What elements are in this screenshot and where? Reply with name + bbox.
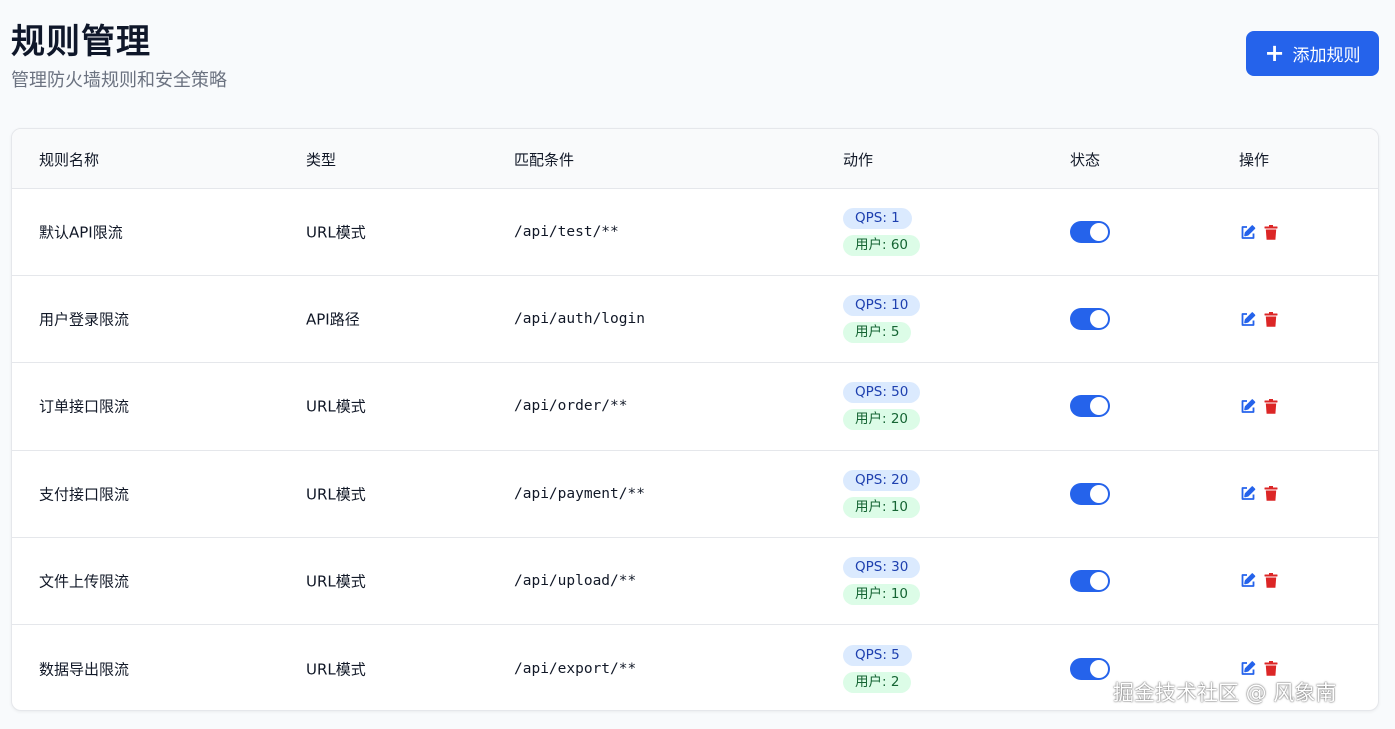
rule-type: URL模式 bbox=[306, 485, 366, 504]
edit-icon[interactable] bbox=[1239, 398, 1256, 415]
trash-icon[interactable] bbox=[1262, 485, 1279, 502]
rule-type: API路径 bbox=[306, 310, 360, 329]
add-rule-label: 添加规则 bbox=[1292, 46, 1361, 66]
table-row: 支付接口限流 URL模式 /api/payment/** QPS: 20 用户:… bbox=[12, 451, 1378, 538]
rule-match-condition: /api/auth/login bbox=[514, 311, 645, 328]
toggle-knob bbox=[1090, 484, 1108, 503]
toggle-knob bbox=[1090, 659, 1108, 678]
toggle-knob bbox=[1090, 571, 1108, 590]
toggle-knob bbox=[1090, 223, 1108, 242]
qps-badge: QPS: 50 bbox=[843, 382, 921, 404]
user-limit-badge: 用户: 5 bbox=[843, 322, 912, 344]
rule-match-condition: /api/payment/** bbox=[514, 485, 645, 502]
watermark: 掘金技术社区 @ 风象南 bbox=[1113, 681, 1337, 705]
rule-name: 默认API限流 bbox=[39, 223, 123, 242]
page-title: 规则管理 bbox=[11, 22, 151, 62]
edit-icon[interactable] bbox=[1239, 485, 1256, 502]
user-limit-badge: 用户: 10 bbox=[843, 496, 921, 518]
rule-type: URL模式 bbox=[306, 572, 366, 591]
table-body: 默认API限流 URL模式 /api/test/** QPS: 1 用户: 60 bbox=[12, 189, 1378, 710]
column-header-match: 匹配条件 bbox=[514, 151, 575, 169]
column-header-action: 动作 bbox=[843, 151, 874, 169]
toggle-knob bbox=[1090, 397, 1108, 416]
status-toggle[interactable] bbox=[1070, 482, 1110, 505]
status-toggle[interactable] bbox=[1070, 221, 1110, 244]
rule-actions: QPS: 1 用户: 60 bbox=[843, 208, 921, 257]
rule-name: 订单接口限流 bbox=[39, 397, 130, 416]
rule-actions: QPS: 50 用户: 20 bbox=[843, 382, 921, 431]
user-limit-badge: 用户: 20 bbox=[843, 409, 921, 431]
table-row: 用户登录限流 API路径 /api/auth/login QPS: 10 用户:… bbox=[12, 276, 1378, 364]
trash-icon[interactable] bbox=[1262, 572, 1279, 589]
table-row: 订单接口限流 URL模式 /api/order/** QPS: 50 用户: 2… bbox=[12, 363, 1378, 451]
qps-badge: QPS: 20 bbox=[843, 469, 921, 491]
row-operations bbox=[1239, 660, 1279, 677]
rule-actions: QPS: 10 用户: 5 bbox=[843, 295, 921, 344]
column-header-name: 规则名称 bbox=[39, 151, 100, 169]
trash-icon[interactable] bbox=[1262, 398, 1279, 415]
column-header-operations: 操作 bbox=[1239, 151, 1270, 169]
row-operations bbox=[1239, 398, 1279, 415]
qps-badge: QPS: 1 bbox=[843, 208, 912, 230]
rule-match-condition: /api/order/** bbox=[514, 398, 628, 415]
page-subtitle: 管理防火墙规则和安全策略 bbox=[11, 70, 227, 91]
user-limit-badge: 用户: 2 bbox=[843, 671, 912, 693]
rule-type: URL模式 bbox=[306, 223, 366, 242]
table-row: 文件上传限流 URL模式 /api/upload/** QPS: 30 用户: … bbox=[12, 538, 1378, 625]
edit-icon[interactable] bbox=[1239, 660, 1256, 677]
column-header-type: 类型 bbox=[306, 151, 337, 169]
column-header-status: 状态 bbox=[1070, 151, 1101, 169]
rule-actions: QPS: 30 用户: 10 bbox=[843, 556, 921, 605]
status-toggle[interactable] bbox=[1070, 657, 1110, 680]
rule-name: 数据导出限流 bbox=[39, 660, 130, 679]
edit-icon[interactable] bbox=[1239, 224, 1256, 241]
rule-match-condition: /api/test/** bbox=[514, 224, 619, 241]
qps-badge: QPS: 10 bbox=[843, 295, 921, 317]
row-operations bbox=[1239, 572, 1279, 589]
rules-table: 规则名称 类型 匹配条件 动作 状态 操作 默认API限流 URL模式 /api… bbox=[11, 128, 1379, 711]
plus-icon: + bbox=[1264, 38, 1285, 67]
trash-icon[interactable] bbox=[1262, 224, 1279, 241]
rule-match-condition: /api/upload/** bbox=[514, 572, 637, 589]
status-toggle[interactable] bbox=[1070, 395, 1110, 418]
edit-icon[interactable] bbox=[1239, 311, 1256, 328]
rule-type: URL模式 bbox=[306, 397, 366, 416]
row-operations bbox=[1239, 485, 1279, 502]
row-operations bbox=[1239, 311, 1279, 328]
rule-type: URL模式 bbox=[306, 660, 366, 679]
status-toggle[interactable] bbox=[1070, 569, 1110, 592]
trash-icon[interactable] bbox=[1262, 660, 1279, 677]
qps-badge: QPS: 5 bbox=[843, 644, 912, 666]
table-header: 规则名称 类型 匹配条件 动作 状态 操作 bbox=[12, 129, 1378, 189]
status-toggle[interactable] bbox=[1070, 308, 1110, 331]
user-limit-badge: 用户: 60 bbox=[843, 235, 921, 257]
qps-badge: QPS: 30 bbox=[843, 556, 921, 578]
row-operations bbox=[1239, 224, 1279, 241]
add-rule-button[interactable]: + 添加规则 bbox=[1246, 31, 1379, 76]
toggle-knob bbox=[1090, 310, 1108, 329]
rule-actions: QPS: 5 用户: 2 bbox=[843, 644, 912, 693]
edit-icon[interactable] bbox=[1239, 572, 1256, 589]
user-limit-badge: 用户: 10 bbox=[843, 583, 921, 605]
rule-actions: QPS: 20 用户: 10 bbox=[843, 469, 921, 518]
rule-match-condition: /api/export/** bbox=[514, 660, 637, 677]
table-row: 默认API限流 URL模式 /api/test/** QPS: 1 用户: 60 bbox=[12, 189, 1378, 277]
rule-name: 支付接口限流 bbox=[39, 485, 130, 504]
rule-name: 用户登录限流 bbox=[39, 310, 130, 329]
trash-icon[interactable] bbox=[1262, 311, 1279, 328]
rule-name: 文件上传限流 bbox=[39, 572, 130, 591]
